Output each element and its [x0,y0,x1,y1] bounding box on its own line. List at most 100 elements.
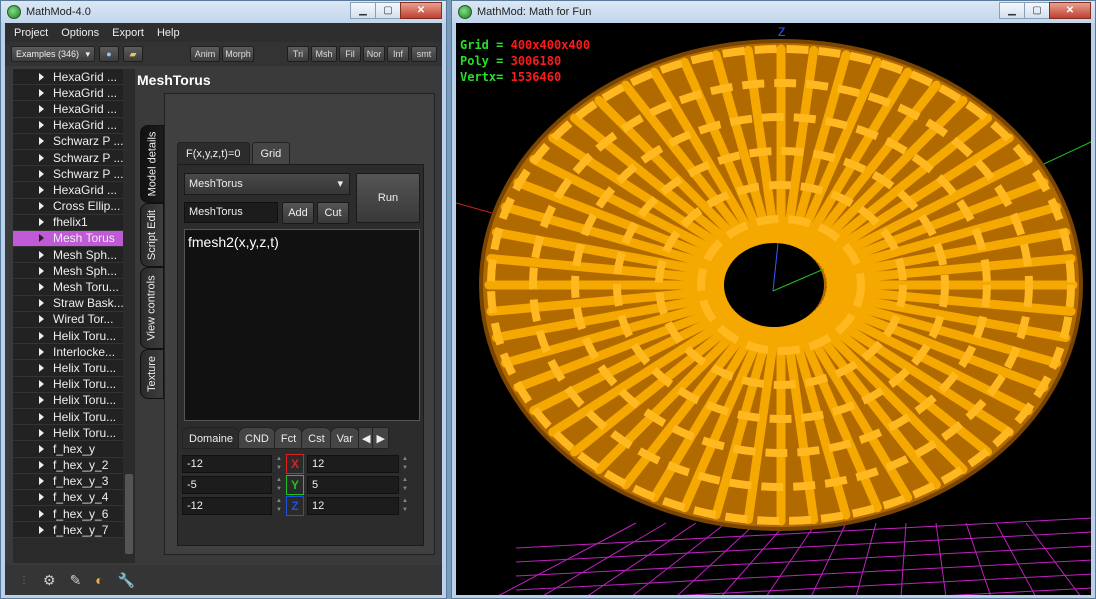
menu-help[interactable]: Help [157,27,180,39]
y-min-spinner[interactable]: ▲ ▼ [274,476,284,494]
x-max-spinner[interactable]: ▲ ▼ [400,455,410,473]
expand-arrow-icon[interactable] [39,88,44,97]
x-min-input[interactable]: -12 [182,455,272,473]
tree-item[interactable]: HexaGrid ... [13,117,123,134]
expand-arrow-icon[interactable] [39,493,44,502]
menu-project[interactable]: Project [14,27,48,39]
gl-viewport[interactable]: Grid = 400x400x400 Poly = 3006180 Vertx=… [456,23,1091,595]
expand-arrow-icon[interactable] [39,185,44,194]
close-button[interactable]: ✕ [400,2,442,19]
expand-arrow-icon[interactable] [39,477,44,486]
tab-implicit-function[interactable]: F(x,y,z,t)=0 [177,142,250,164]
tab-domaine[interactable]: Domaine [182,427,241,449]
tree-item[interactable]: Schwarz P ... [13,166,123,183]
examples-dropdown[interactable]: Examples (346) [11,46,95,62]
tree-item[interactable]: Helix Toru... [13,360,123,377]
tree-item[interactable]: Helix Toru... [13,425,123,442]
inf-button[interactable]: Inf [387,46,409,62]
torus-render[interactable] [456,23,1091,595]
expand-arrow-icon[interactable] [39,331,44,340]
expand-arrow-icon[interactable] [39,266,44,275]
paint-icon[interactable]: ✎ [70,572,82,589]
tab-view-controls[interactable]: View controls [140,267,164,349]
expand-arrow-icon[interactable] [39,509,44,518]
viewer-minimize-button[interactable]: ▁ [999,2,1025,19]
expand-arrow-icon[interactable] [39,169,44,178]
nor-button[interactable]: Nor [363,46,385,62]
tab-texture[interactable]: Texture [140,349,164,399]
tree-item[interactable]: Cross Ellip... [13,198,123,215]
z-max-input[interactable]: 12 [307,497,399,515]
expand-arrow-icon[interactable] [39,153,44,162]
add-button[interactable]: Add [282,202,314,224]
expand-arrow-icon[interactable] [39,121,44,130]
tree-item[interactable]: f_hex_y_2 [13,457,123,474]
drag-handle-icon[interactable]: ⋮ [19,575,29,586]
maximize-button[interactable]: ▢ [375,2,401,19]
expand-arrow-icon[interactable] [39,299,44,308]
tree-item[interactable]: HexaGrid ... [13,101,123,118]
minimize-button[interactable]: ▁ [350,2,376,19]
tree-item[interactable]: Helix Toru... [13,376,123,393]
tree-item[interactable]: Mesh Torus [13,230,123,248]
tree-item[interactable]: Schwarz P ... [13,133,123,150]
morph-button[interactable]: Morph [222,46,254,62]
expand-arrow-icon[interactable] [39,202,44,211]
expand-arrow-icon[interactable] [39,104,44,113]
tab-scroll-right[interactable]: ▶ [372,427,389,449]
tree-item[interactable]: Mesh Toru... [13,279,123,296]
expand-arrow-icon[interactable] [39,444,44,453]
expand-arrow-icon[interactable] [39,461,44,470]
function-select[interactable]: MeshTorus [184,173,350,195]
anim-button[interactable]: Anim [190,46,220,62]
tree-item[interactable]: Straw Bask... [13,295,123,312]
tree-item[interactable]: fhelix1 [13,214,123,231]
expand-arrow-icon[interactable] [39,396,44,405]
expand-arrow-icon[interactable] [39,428,44,437]
tree-item[interactable]: Interlocke... [13,344,123,361]
equation-editor[interactable]: fmesh2(x,y,z,t) [184,229,420,421]
expand-arrow-icon[interactable] [39,525,44,534]
expand-arrow-icon[interactable] [39,283,44,292]
expand-arrow-icon[interactable] [39,315,44,324]
z-min-spinner[interactable]: ▲ ▼ [274,497,284,515]
wrench-icon[interactable]: 🔧 [118,572,135,589]
tree-item[interactable]: HexaGrid ... [13,182,123,199]
menu-options[interactable]: Options [61,27,99,39]
palette-icon[interactable]: ◐ [95,572,103,588]
y-max-input[interactable]: 5 [307,476,399,494]
tree-item[interactable]: f_hex_y_4 [13,489,123,507]
tab-var[interactable]: Var [329,427,360,449]
function-name-input[interactable]: MeshTorus [184,202,278,223]
tab-script-edit[interactable]: Script Edit [140,203,164,267]
run-button[interactable]: Run [356,173,420,223]
tab-cnd[interactable]: CND [238,427,276,449]
tree-scrollbar[interactable] [123,69,135,563]
refresh-button[interactable]: ● [99,46,119,62]
tree-item[interactable]: f_hex_y_7 [13,522,123,539]
msh-button[interactable]: Msh [311,46,337,62]
expand-arrow-icon[interactable] [39,347,44,356]
tab-fct[interactable]: Fct [273,427,304,449]
expand-arrow-icon[interactable] [39,363,44,372]
viewer-maximize-button[interactable]: ▢ [1024,2,1050,19]
expand-arrow-icon[interactable] [39,72,44,81]
menu-export[interactable]: Export [112,27,144,39]
tree-item[interactable]: Helix Toru... [13,408,123,426]
expand-arrow-icon[interactable] [39,234,44,243]
tree-item[interactable]: Helix Toru... [13,392,123,409]
fil-button[interactable]: Fil [339,46,361,62]
tree-item[interactable]: f_hex_y_6 [13,506,123,523]
tab-grid[interactable]: Grid [251,142,291,164]
y-max-spinner[interactable]: ▲ ▼ [400,476,410,494]
expand-arrow-icon[interactable] [39,218,44,227]
tri-button[interactable]: Tri [287,46,309,62]
tree-item[interactable]: Mesh Sph... [13,247,123,264]
x-min-spinner[interactable]: ▲ ▼ [274,455,284,473]
y-min-input[interactable]: -5 [182,476,272,494]
x-max-input[interactable]: 12 [307,455,399,473]
tree-item[interactable]: f_hex_y [13,441,123,458]
scrollbar-thumb[interactable] [125,474,133,554]
tree-item[interactable]: Mesh Sph... [13,263,123,280]
expand-arrow-icon[interactable] [39,250,44,259]
